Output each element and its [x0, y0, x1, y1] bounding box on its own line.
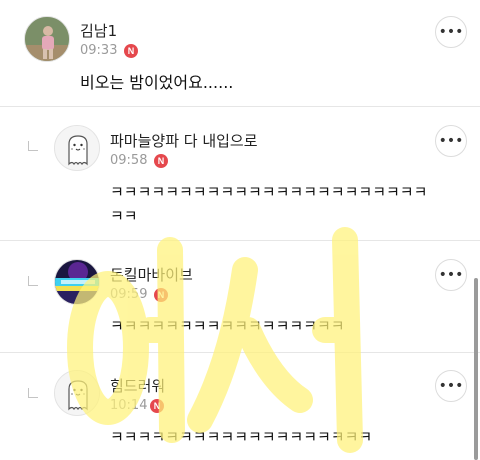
new-badge: N	[150, 399, 164, 413]
reply-author[interactable]: 파마늘양파 다 내입으로	[110, 130, 258, 151]
new-badge: N	[124, 44, 138, 58]
reply-indicator-icon	[28, 276, 38, 286]
new-badge: N	[154, 288, 168, 302]
avatar[interactable]	[54, 125, 100, 171]
default-profile-icon	[55, 371, 99, 415]
reply-text: ㅋㅋㅋㅋㅋㅋㅋㅋㅋㅋㅋㅋㅋㅋㅋㅋㅋㅋㅋ	[110, 428, 373, 446]
reply-indicator-icon	[28, 388, 38, 398]
comment-author[interactable]: 김남1	[80, 20, 117, 41]
default-profile-icon	[55, 126, 99, 170]
more-options-button[interactable]: •••	[435, 16, 467, 48]
more-horizontal-icon: •••	[438, 378, 464, 394]
reply-author[interactable]: 힘드러워	[110, 375, 165, 396]
reply-author[interactable]: 돈킬마바이브	[110, 264, 193, 285]
more-horizontal-icon: •••	[438, 24, 464, 40]
reply-text: ㅋㅋㅋㅋㅋㅋㅋㅋㅋㅋㅋㅋㅋㅋㅋㅋㅋ	[110, 317, 345, 335]
reply-text-line-2: ㅋㅋ	[110, 207, 138, 225]
avatar[interactable]	[54, 370, 100, 416]
avatar[interactable]	[54, 259, 100, 305]
divider	[0, 106, 480, 107]
more-options-button[interactable]: •••	[435, 125, 467, 157]
more-horizontal-icon: •••	[438, 133, 464, 149]
reply-time: 10:14	[110, 398, 148, 413]
reply-time: 09:59	[110, 287, 148, 302]
avatar-photo-icon	[25, 17, 69, 61]
reply-time: 09:58	[110, 153, 148, 168]
comment-text: 비오는 밤이었어요......	[80, 73, 234, 92]
new-badge: N	[154, 154, 168, 168]
avatar-photo-icon	[55, 260, 99, 304]
more-options-button[interactable]: •••	[435, 259, 467, 291]
more-horizontal-icon: •••	[438, 267, 464, 283]
comment-time: 09:33	[80, 43, 118, 58]
divider	[0, 352, 480, 353]
divider	[0, 240, 480, 241]
avatar[interactable]	[24, 16, 70, 62]
scrollbar[interactable]	[474, 278, 478, 460]
reply-indicator-icon	[28, 141, 38, 151]
more-options-button[interactable]: •••	[435, 370, 467, 402]
reply-text-line-1: ㅋㅋㅋㅋㅋㅋㅋㅋㅋㅋㅋㅋㅋㅋㅋㅋㅋㅋㅋㅋㅋㅋㅋ	[110, 183, 428, 201]
